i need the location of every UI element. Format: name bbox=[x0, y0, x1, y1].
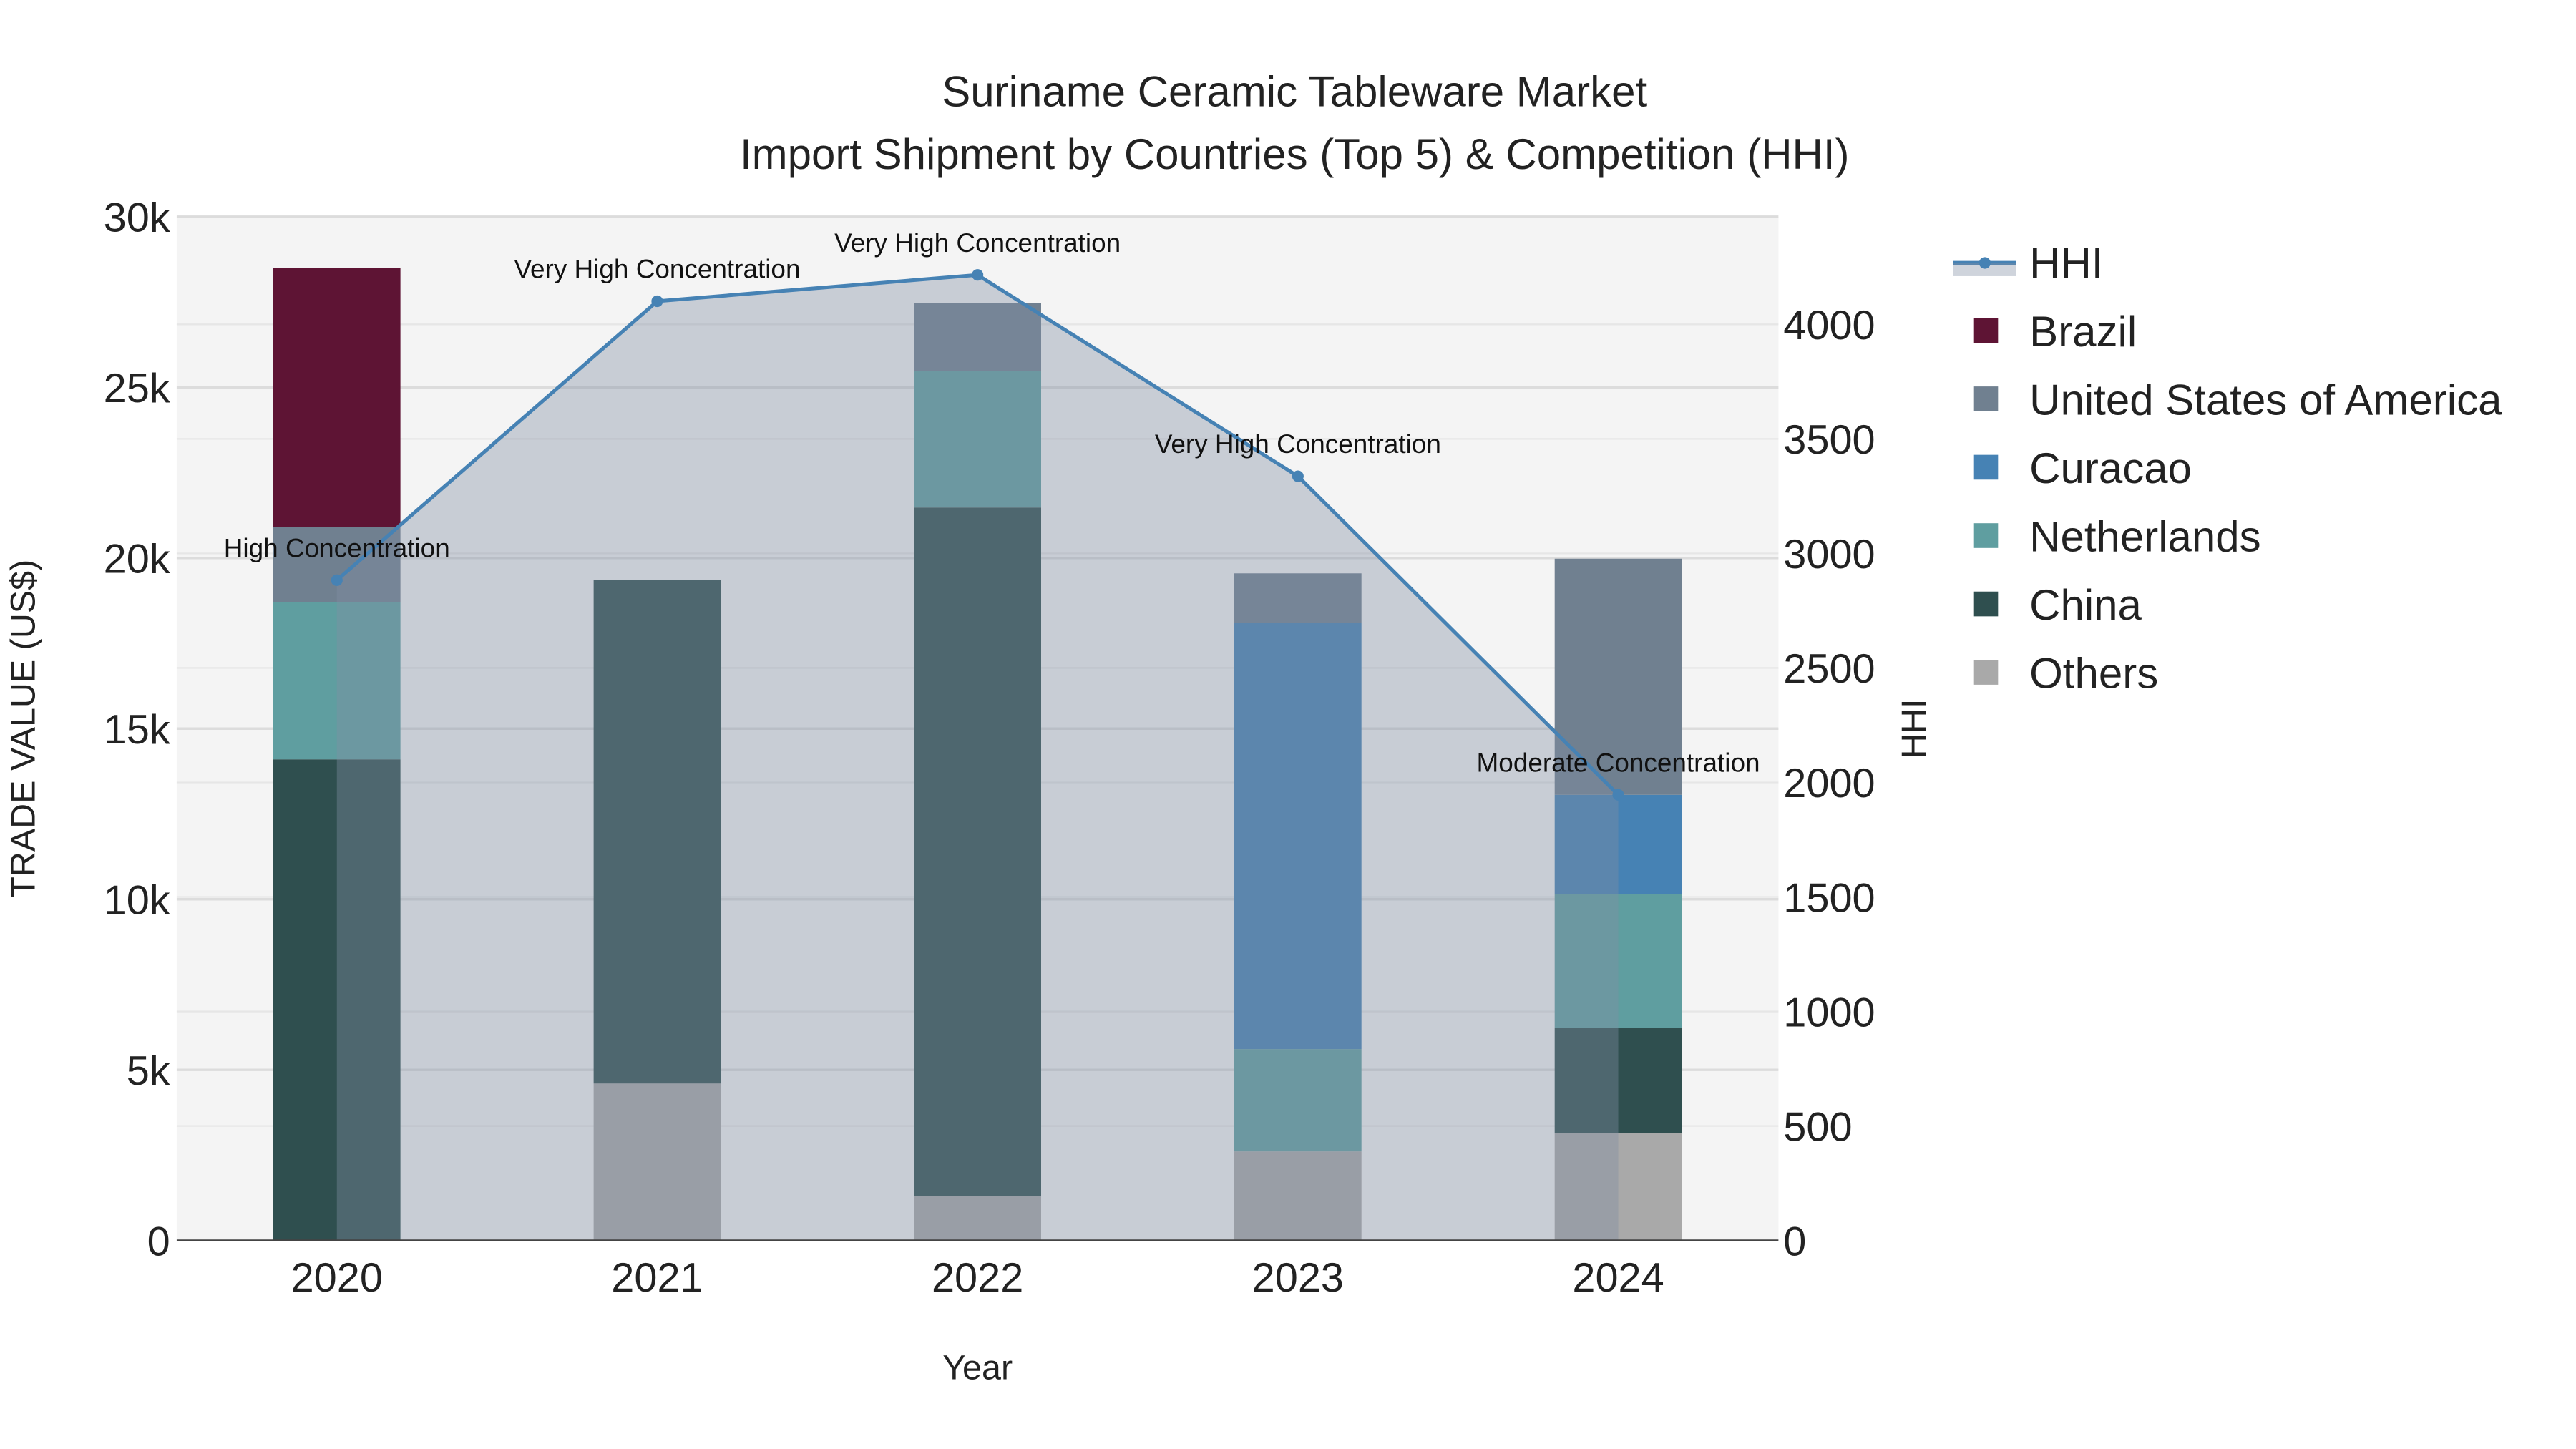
hhi-annotation: High Concentration bbox=[224, 534, 450, 563]
legend-label-hhi: HHI bbox=[2029, 239, 2103, 287]
hhi-annotation: Moderate Concentration bbox=[1477, 748, 1760, 777]
legend-label-united-states-of-america: United States of America bbox=[2029, 376, 2502, 424]
legend-label-china: China bbox=[2029, 581, 2142, 629]
legend: HHI Brazil United States of America Curacao… bbox=[1953, 239, 2502, 698]
hhi-point-2022 bbox=[972, 269, 984, 281]
legend-swatch-brazil bbox=[1973, 318, 1999, 343]
y2-axis-ticks: 0 500 1000 1500 2000 2500 3000 3500 4000 bbox=[1783, 303, 1875, 1264]
legend-swatch-china bbox=[1973, 591, 1999, 617]
legend-swatch-curacao bbox=[1973, 454, 1999, 480]
hhi-point-2021 bbox=[651, 295, 663, 308]
y-axis-ticks: 0 5k 10k 15k 20k 25k 30k bbox=[104, 195, 170, 1265]
y-axis-label: TRADE VALUE (US$) bbox=[4, 560, 42, 898]
legend-swatch-united-states-of-america bbox=[1973, 386, 1999, 411]
x-tick-label: 2023 bbox=[1252, 1255, 1344, 1301]
y2-tick-label: 0 bbox=[1783, 1219, 1806, 1264]
chart: Suriname Ceramic Tableware Market Import… bbox=[4, 67, 2502, 1387]
hhi-annotation: Very High Concentration bbox=[514, 255, 800, 284]
x-axis-label: Year bbox=[942, 1349, 1013, 1387]
y2-tick-label: 4000 bbox=[1783, 303, 1875, 348]
y2-tick-label: 3000 bbox=[1783, 532, 1875, 577]
hhi-annotation: Very High Concentration bbox=[1155, 429, 1441, 459]
hhi-point-2024 bbox=[1612, 789, 1624, 801]
x-tick-label: 2024 bbox=[1572, 1255, 1664, 1301]
x-tick-label: 2020 bbox=[291, 1255, 383, 1301]
legend-swatch-netherlands bbox=[1973, 523, 1999, 548]
hhi-point-2023 bbox=[1292, 470, 1304, 482]
y-tick-label: 5k bbox=[127, 1048, 170, 1094]
legend-label-others: Others bbox=[2029, 650, 2158, 698]
y2-tick-label: 1000 bbox=[1783, 990, 1875, 1035]
y-tick-label: 15k bbox=[104, 707, 170, 753]
y-tick-label: 30k bbox=[104, 195, 170, 241]
y2-axis-label: HHI bbox=[1895, 699, 1933, 758]
y2-tick-label: 2500 bbox=[1783, 646, 1875, 692]
x-axis-ticks: 2020 2021 2022 2023 2024 bbox=[291, 1255, 1664, 1301]
y-tick-label: 20k bbox=[104, 537, 170, 582]
legend-swatch-others bbox=[1973, 660, 1999, 685]
hhi-point-2020 bbox=[331, 574, 343, 586]
x-tick-label: 2021 bbox=[611, 1255, 703, 1301]
y2-tick-label: 1500 bbox=[1783, 875, 1875, 921]
bar-brazil-2020 bbox=[273, 268, 401, 527]
legend-label-curacao: Curacao bbox=[2029, 444, 2192, 492]
y2-tick-label: 3500 bbox=[1783, 417, 1875, 463]
y-tick-label: 10k bbox=[104, 877, 170, 923]
legend-hhi-marker-icon bbox=[1979, 257, 1991, 269]
y-tick-label: 25k bbox=[104, 366, 170, 411]
chart-subtitle: Import Shipment by Countries (Top 5) & C… bbox=[740, 130, 1850, 178]
legend-label-brazil: Brazil bbox=[2029, 308, 2137, 356]
y-tick-label: 0 bbox=[147, 1219, 170, 1264]
chart-title: Suriname Ceramic Tableware Market bbox=[942, 67, 1647, 115]
y2-tick-label: 2000 bbox=[1783, 761, 1875, 806]
x-tick-label: 2022 bbox=[932, 1255, 1023, 1301]
y2-tick-label: 500 bbox=[1783, 1104, 1852, 1150]
legend-label-netherlands: Netherlands bbox=[2029, 512, 2261, 560]
hhi-annotation: Very High Concentration bbox=[834, 228, 1121, 258]
